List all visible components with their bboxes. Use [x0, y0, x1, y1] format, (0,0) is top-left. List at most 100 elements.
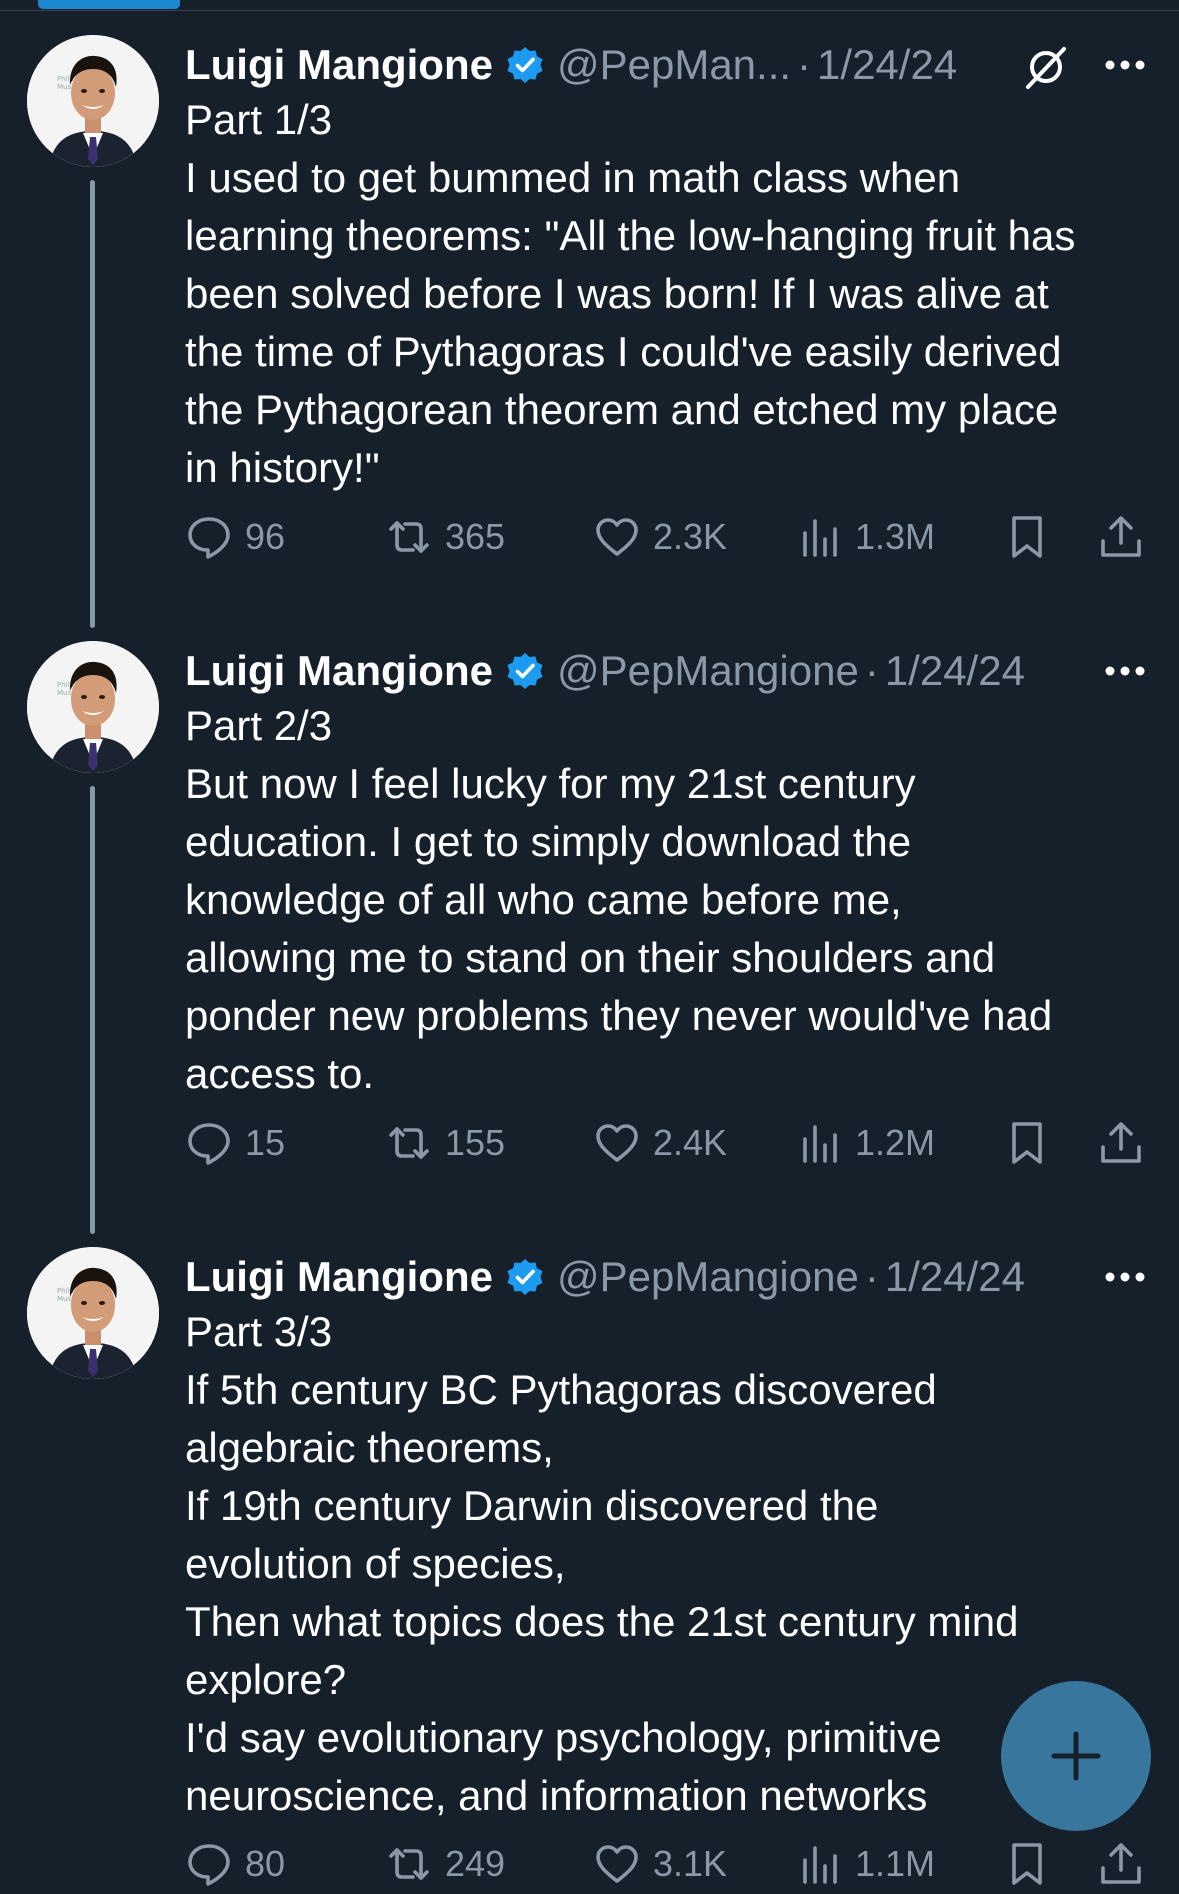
text-line: Part 3/3	[185, 1308, 333, 1355]
avatar[interactable]	[27, 641, 159, 773]
share-button[interactable]	[1097, 1834, 1145, 1894]
text-line: learning theorems: "All the low-hanging …	[185, 212, 1076, 259]
views-button[interactable]: 1.2M	[795, 1113, 935, 1173]
separator: ·	[864, 1253, 879, 1300]
compose-button[interactable]	[1001, 1681, 1151, 1831]
tweet-header: Luigi Mangione @PepMan... · 1/24/24	[185, 35, 957, 95]
text-line: the time of Pythagoras I could've easily…	[185, 328, 1062, 375]
bookmark-button[interactable]	[1003, 507, 1051, 567]
avatar[interactable]	[27, 1247, 159, 1379]
author-name[interactable]: Luigi Mangione	[185, 41, 493, 89]
thread-connector	[90, 786, 95, 1234]
action-bar: 80 249 3.1K 1.1M	[185, 1834, 1145, 1894]
reply-count: 80	[245, 1843, 286, 1884]
avatar[interactable]	[27, 35, 159, 167]
heart-icon	[596, 1124, 638, 1162]
bookmark-icon	[1012, 1122, 1042, 1164]
views-button[interactable]: 1.3M	[795, 507, 935, 567]
text-line: allowing me to stand on their shoulders …	[185, 934, 996, 981]
author-handle[interactable]: @PepMangione	[557, 1253, 859, 1301]
thread-connector	[90, 180, 95, 628]
more-icon[interactable]	[1103, 53, 1147, 77]
author-name[interactable]: Luigi Mangione	[185, 647, 493, 695]
share-icon	[1101, 1122, 1141, 1163]
text-line: But now I feel lucky for my 21st century	[185, 760, 916, 807]
author-handle[interactable]: @PepMan...	[557, 41, 791, 89]
text-line: If 5th century BC Pythagoras discovered	[185, 1366, 937, 1413]
separator: ·	[797, 41, 812, 88]
view-count: 1.3M	[855, 516, 936, 557]
reply-count: 96	[245, 516, 286, 557]
bookmark-icon	[1012, 516, 1042, 558]
plus-icon	[1051, 1731, 1101, 1781]
reply-icon	[188, 1844, 230, 1886]
like-button[interactable]: 3.1K	[593, 1834, 727, 1894]
tweet-header: Luigi Mangione @PepMangione · 1/24/24	[185, 641, 1025, 701]
like-button[interactable]: 2.4K	[593, 1113, 727, 1173]
text-line: If 19th century Darwin discovered the	[185, 1482, 879, 1529]
like-count: 2.3K	[653, 516, 728, 557]
text-line: explore?	[185, 1656, 347, 1703]
repost-button[interactable]: 155	[385, 1113, 505, 1173]
repost-button[interactable]: 249	[385, 1834, 505, 1894]
text-line: Then what topics does the 21st century m…	[185, 1598, 1019, 1645]
author-name[interactable]: Luigi Mangione	[185, 1253, 493, 1301]
view-count: 1.2M	[855, 1122, 936, 1163]
text-line: I used to get bummed in math class when	[185, 154, 961, 201]
views-icon	[803, 1846, 837, 1884]
action-bar: 15 155 2.4K 1.2M	[185, 1113, 1145, 1173]
verified-badge-icon	[507, 653, 543, 689]
bookmark-icon	[1012, 1843, 1042, 1885]
tweet-date[interactable]: 1/24/24	[885, 1253, 1025, 1301]
more-icon[interactable]	[1103, 659, 1147, 683]
views-button[interactable]: 1.1M	[795, 1834, 935, 1894]
tweet-text: Part 2/3 But now I feel lucky for my 21s…	[185, 697, 1165, 1103]
reply-button[interactable]: 96	[185, 507, 285, 567]
reply-icon	[188, 517, 230, 559]
tweet-text: Part 1/3 I used to get bummed in math cl…	[185, 91, 1165, 497]
views-icon	[803, 1125, 837, 1163]
top-divider	[0, 10, 1179, 11]
text-line: ponder new problems they never would've …	[185, 992, 1053, 1039]
share-icon	[1101, 516, 1141, 557]
repost-button[interactable]: 365	[385, 507, 505, 567]
text-line: Part 1/3	[185, 96, 333, 143]
separator: ·	[864, 647, 879, 694]
text-line: education. I get to simply download the	[185, 818, 912, 865]
repost-count: 249	[445, 1843, 506, 1884]
author-handle[interactable]: @PepMangione	[557, 647, 859, 695]
tweet-header: Luigi Mangione @PepMangione · 1/24/24	[185, 1247, 1025, 1307]
text-line: Part 2/3	[185, 702, 333, 749]
grok-icon[interactable]	[1022, 43, 1070, 91]
more-icon[interactable]	[1103, 1265, 1147, 1289]
tweet-date[interactable]: 1/24/24	[817, 41, 957, 89]
share-icon	[1101, 1843, 1141, 1884]
heart-icon	[596, 518, 638, 556]
repost-icon	[389, 521, 429, 553]
heart-icon	[596, 1845, 638, 1883]
reply-button[interactable]: 15	[185, 1113, 285, 1173]
repost-count: 365	[445, 516, 506, 557]
verified-badge-icon	[507, 1259, 543, 1295]
like-count: 3.1K	[653, 1843, 728, 1884]
verified-badge-icon	[507, 47, 543, 83]
share-button[interactable]	[1097, 507, 1145, 567]
reply-button[interactable]: 80	[185, 1834, 285, 1894]
active-tab-indicator	[38, 0, 180, 9]
like-button[interactable]: 2.3K	[593, 507, 727, 567]
action-bar: 96 365 2.3K 1.3M	[185, 507, 1145, 567]
repost-count: 155	[445, 1122, 506, 1163]
reply-icon	[188, 1123, 230, 1165]
tweet-date[interactable]: 1/24/24	[885, 647, 1025, 695]
bookmark-button[interactable]	[1003, 1834, 1051, 1894]
repost-icon	[389, 1127, 429, 1159]
bookmark-button[interactable]	[1003, 1113, 1051, 1173]
view-count: 1.1M	[855, 1843, 936, 1884]
like-count: 2.4K	[653, 1122, 728, 1163]
text-line: evolution of species,	[185, 1540, 566, 1587]
text-line: knowledge of all who came before me,	[185, 876, 902, 923]
reply-count: 15	[245, 1122, 286, 1163]
views-icon	[803, 519, 837, 557]
text-line: algebraic theorems,	[185, 1424, 554, 1471]
share-button[interactable]	[1097, 1113, 1145, 1173]
